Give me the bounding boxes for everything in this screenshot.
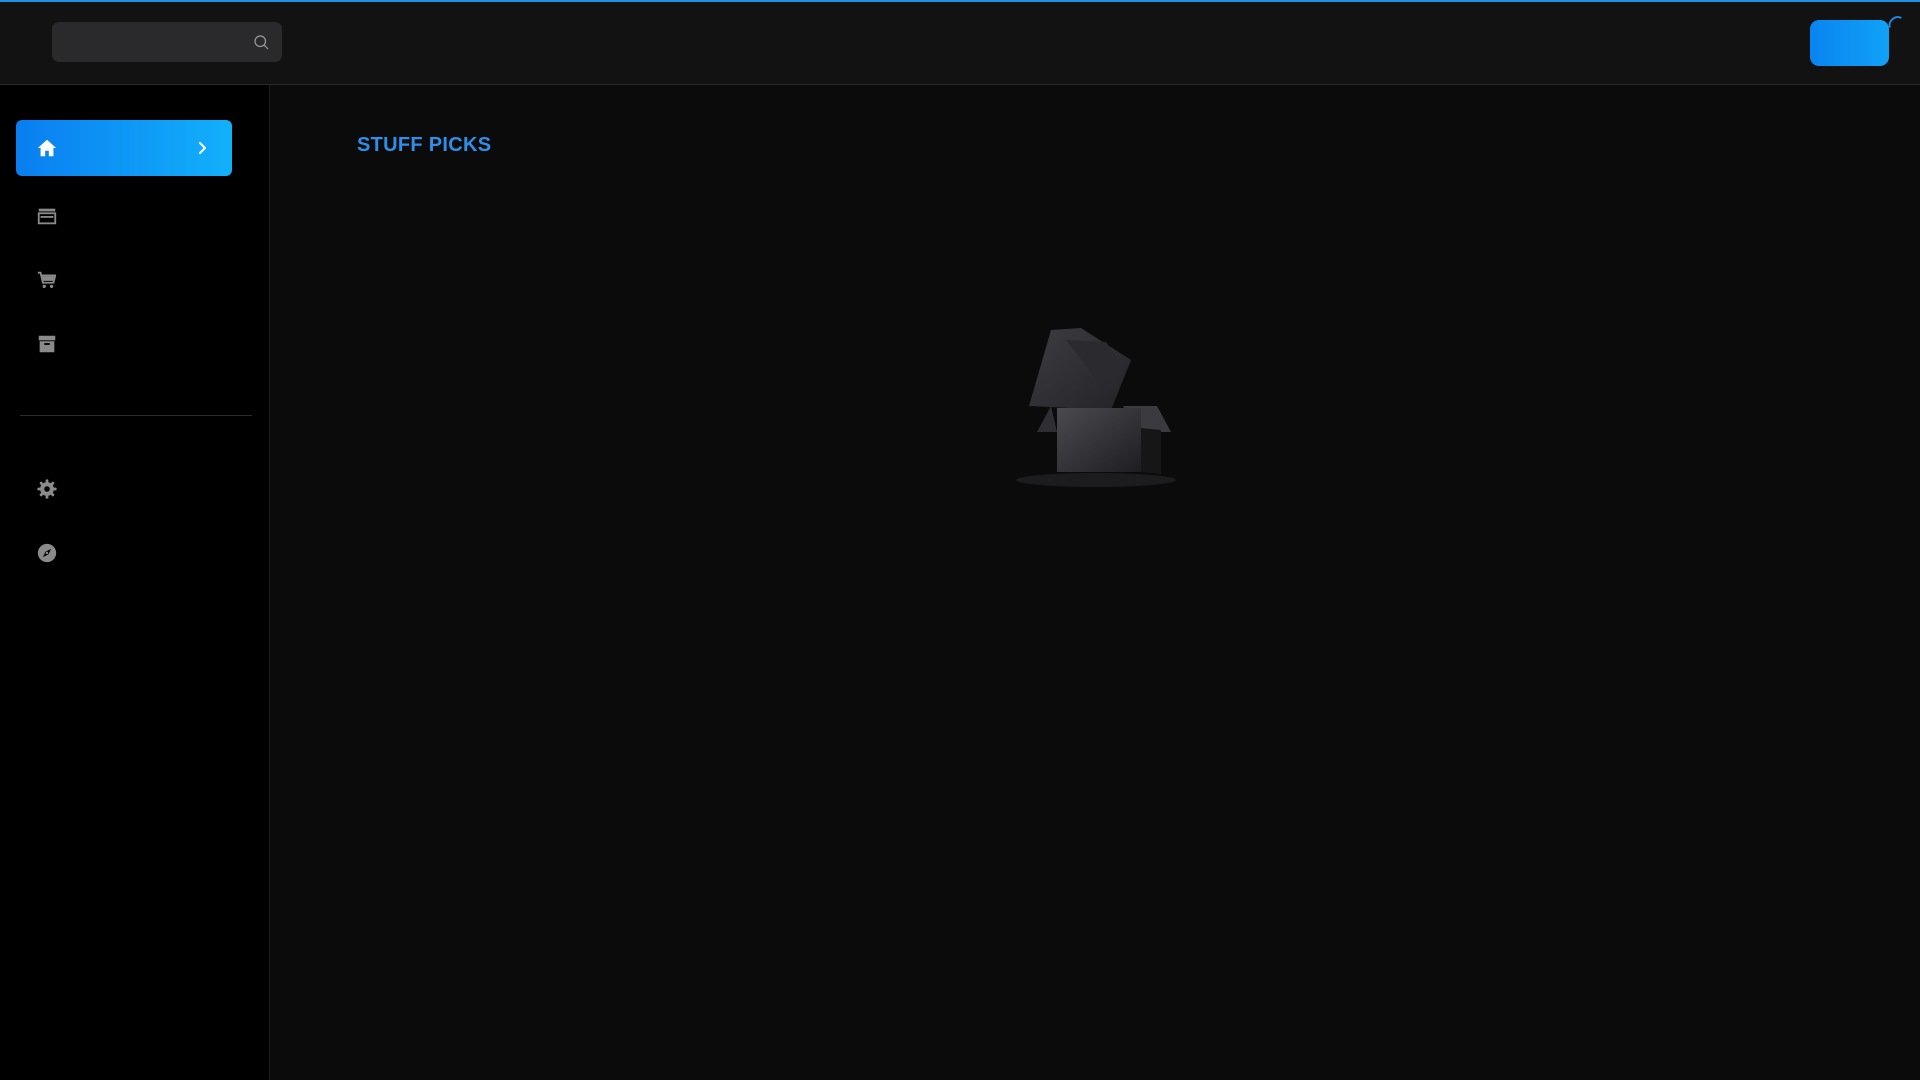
search-icon[interactable] (252, 33, 270, 51)
chevron-right-icon (199, 142, 206, 154)
sidebar-item-settings[interactable] (16, 461, 232, 517)
sidebar-item-archive[interactable] (16, 316, 232, 372)
top-bar (0, 0, 1920, 85)
sidebar-divider (20, 415, 252, 416)
sidebar-item-explore[interactable] (16, 525, 232, 581)
gear-icon (37, 479, 57, 499)
home-icon (37, 139, 57, 157)
compass-icon (37, 543, 57, 563)
open-box-icon (1016, 328, 1176, 487)
search-input[interactable] (62, 22, 242, 62)
main-content: STUFF PICKS (271, 86, 1920, 1080)
section-title: STUFF PICKS (357, 134, 492, 156)
cart-icon (37, 271, 57, 289)
user-button[interactable] (1810, 20, 1889, 66)
search-box[interactable] (52, 22, 282, 62)
store-icon (37, 208, 57, 225)
sidebar (0, 85, 270, 1080)
sidebar-item-store[interactable] (16, 188, 232, 244)
sidebar-item-home[interactable] (16, 120, 232, 176)
sidebar-item-cart[interactable] (16, 252, 232, 308)
spinner-icon (1888, 16, 1902, 28)
archive-icon (38, 335, 56, 353)
